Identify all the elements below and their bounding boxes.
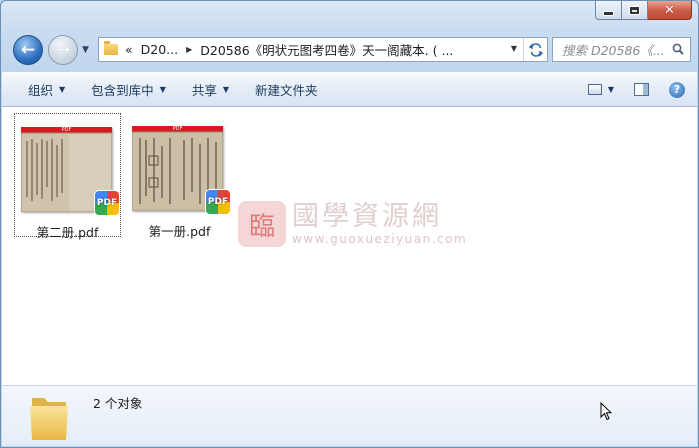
include-in-library-label: 包含到库中 <box>91 83 154 98</box>
address-dropdown-icon[interactable]: ▼ <box>511 44 517 53</box>
file-item[interactable]: PDF PDF 第一册.pdf <box>126 113 233 239</box>
file-list[interactable]: PDF PDF 第二册.pdf PDF PDF 第一册.pdf 臨 國學資源網 … <box>2 107 697 385</box>
watermark: 臨 國學資源網 www.guoxueziyuan.com <box>238 201 467 247</box>
recent-pages-dropdown[interactable]: ▼ <box>82 45 89 55</box>
pdf-file-icon: PDF <box>206 190 230 214</box>
organize-button[interactable]: 组织 ▼ <box>28 80 65 99</box>
pdf-badge-label: PDF <box>96 198 118 208</box>
close-icon: ✕ <box>664 2 675 18</box>
command-bar-right: ▼ ? <box>587 73 697 106</box>
watermark-text: 國學資源網 www.guoxueziyuan.com <box>292 201 468 247</box>
close-button[interactable]: ✕ <box>648 1 692 20</box>
back-arrow-icon: ← <box>20 39 36 60</box>
file-item[interactable]: PDF PDF 第二册.pdf <box>14 113 121 240</box>
address-bar[interactable]: « D20... ▶ D20586《明状元图考四卷》天一阁藏本. ( ... ▼ <box>98 37 548 62</box>
search-box[interactable]: 搜索 D20586《... <box>552 37 691 62</box>
view-options-dropdown[interactable]: ▼ <box>608 85 614 94</box>
include-in-library-button[interactable]: 包含到库中 ▼ <box>91 80 166 99</box>
new-folder-button[interactable]: 新建文件夹 <box>255 80 318 99</box>
file-name: 第二册.pdf <box>36 225 99 240</box>
details-pane: 2 个对象 <box>2 385 697 446</box>
maximize-icon <box>629 5 640 15</box>
folder-icon <box>30 398 68 440</box>
breadcrumb-item[interactable]: D20... <box>141 42 178 57</box>
help-icon[interactable]: ? <box>669 81 685 98</box>
item-count: 2 个对象 <box>93 396 143 411</box>
search-input[interactable]: 搜索 D20586《... <box>562 40 667 59</box>
refresh-icon <box>528 42 543 57</box>
chevron-right-icon[interactable]: ▶ <box>186 45 192 54</box>
refresh-button[interactable] <box>523 38 547 61</box>
navigation-bar: ← → ▼ « D20... ▶ D20586《明状元图考四卷》天一阁藏本. (… <box>1 33 698 67</box>
share-label: 共享 <box>191 83 217 98</box>
watermark-title: 國學資源網 <box>292 201 442 232</box>
breadcrumb: « D20... ▶ D20586《明状元图考四卷》天一阁藏本. ( ... <box>125 40 453 59</box>
caption-buttons: ✕ <box>595 1 692 20</box>
chevron-down-icon: ▼ <box>222 85 230 94</box>
share-button[interactable]: 共享 ▼ <box>192 80 229 99</box>
chevron-down-icon: ▼ <box>159 85 166 94</box>
forward-arrow-icon: → <box>55 39 71 60</box>
organize-label: 组织 <box>28 83 54 98</box>
breadcrumb-item-current[interactable]: D20586《明状元图考四卷》天一阁藏本. ( ... <box>200 40 453 59</box>
folder-icon <box>104 41 118 55</box>
maximize-button[interactable] <box>622 1 648 20</box>
back-button[interactable]: ← <box>13 35 43 65</box>
pdf-badge-label: PDF <box>207 197 229 207</box>
preview-pane-icon[interactable] <box>634 83 649 96</box>
minimize-button[interactable] <box>595 1 622 20</box>
search-icon[interactable] <box>672 43 684 55</box>
watermark-seal-icon: 臨 <box>238 201 286 247</box>
new-folder-label: 新建文件夹 <box>255 83 318 98</box>
view-options-icon[interactable] <box>587 84 602 95</box>
minimize-icon <box>603 10 614 16</box>
forward-button[interactable]: → <box>48 35 78 65</box>
breadcrumb-overflow[interactable]: « <box>125 42 133 57</box>
file-name: 第一册.pdf <box>148 224 211 239</box>
mouse-cursor-icon <box>600 402 612 421</box>
explorer-window: ✕ ← → ▼ « D20... ▶ D20586《明状元图考四卷》天一阁藏本.… <box>0 0 699 448</box>
command-bar: 组织 ▼ 包含到库中 ▼ 共享 ▼ 新建文件夹 ▼ ? <box>2 72 697 107</box>
pdf-file-icon: PDF <box>95 191 119 215</box>
chevron-down-icon: ▼ <box>59 85 66 94</box>
watermark-url: www.guoxueziyuan.com <box>292 232 468 246</box>
